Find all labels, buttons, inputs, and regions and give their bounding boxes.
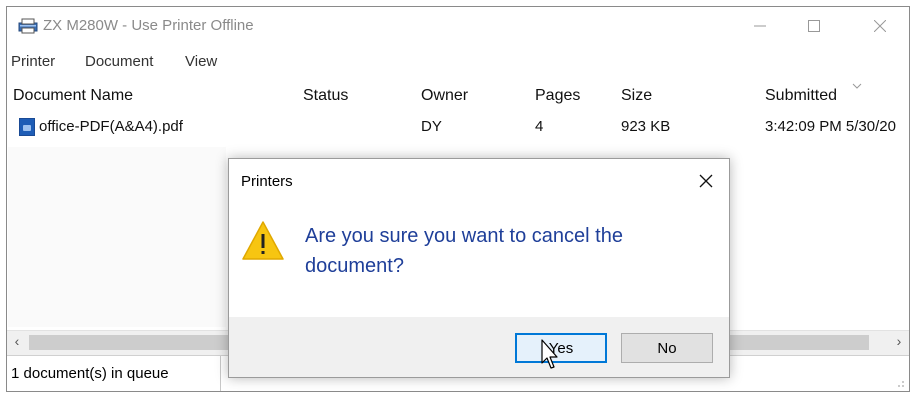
resize-grip-icon[interactable] (895, 378, 905, 388)
no-button[interactable]: No (621, 333, 713, 363)
column-headers: Document Name Status Owner Pages Size Su… (7, 83, 909, 111)
pdf-file-icon (19, 118, 35, 136)
dialog-title: Printers (241, 173, 293, 190)
window-title: ZX M280W - Use Printer Offline (43, 17, 254, 34)
cancel-confirmation-dialog: Printers Are you sure you want to cancel… (228, 158, 730, 378)
column-header-owner[interactable]: Owner (421, 87, 468, 105)
maximize-button[interactable] (791, 7, 837, 45)
column-header-size[interactable]: Size (621, 87, 652, 105)
menu-view[interactable]: View (185, 53, 217, 70)
printer-icon (18, 18, 38, 34)
scroll-right-icon[interactable]: › (889, 333, 909, 349)
window-close-button[interactable] (857, 7, 903, 45)
dialog-message: Are you sure you want to cancel the docu… (305, 225, 623, 277)
job-name: office-PDF(A&A4).pdf (39, 118, 183, 135)
column-header-status[interactable]: Status (303, 87, 348, 105)
mouse-cursor-icon (541, 339, 558, 369)
dialog-footer: Yes No (229, 317, 729, 377)
job-submitted: 3:42:09 PM 5/30/20 (765, 118, 896, 135)
column-header-document-name[interactable]: Document Name (13, 87, 133, 105)
title-bar: ZX M280W - Use Printer Offline (7, 7, 909, 45)
job-size: 923 KB (621, 118, 671, 135)
dialog-close-button[interactable] (691, 167, 721, 195)
minimize-icon (754, 25, 766, 27)
job-pages: 4 (535, 118, 544, 135)
warning-icon (242, 221, 284, 260)
menu-printer[interactable]: Printer (11, 53, 55, 70)
menu-document[interactable]: Document (85, 53, 153, 70)
column-header-pages[interactable]: Pages (535, 87, 580, 105)
job-owner: DY (421, 118, 442, 135)
column-header-submitted[interactable]: Submitted (765, 87, 837, 105)
minimize-button[interactable] (737, 7, 783, 45)
queue-count: 1 document(s) in queue (7, 356, 221, 391)
close-icon (699, 174, 713, 188)
scroll-left-icon[interactable]: ‹ (7, 333, 27, 349)
maximize-icon (808, 20, 820, 32)
sort-chevron-icon (852, 83, 862, 89)
close-icon (874, 20, 886, 32)
table-row[interactable]: office-PDF(A&A4).pdf DY 4 923 KB 3:42:09… (7, 113, 909, 141)
list-area (8, 147, 226, 327)
